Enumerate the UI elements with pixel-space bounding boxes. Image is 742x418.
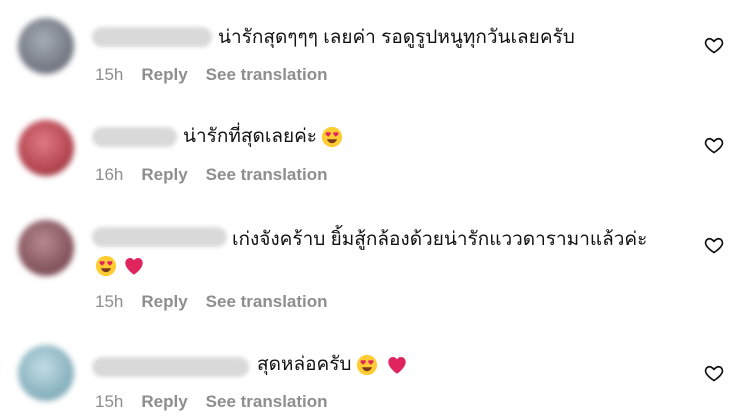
blurred-username[interactable] (92, 227, 227, 247)
heart-outline-icon[interactable] (704, 363, 724, 383)
reply-button[interactable]: Reply (141, 65, 187, 85)
comment-text-body: น่ารักที่สุดเลยค่ะ (183, 126, 318, 147)
heart-outline-icon[interactable] (704, 135, 724, 155)
comment-item: เก่งจังคร้าบ ยิ้มสู้กล้องด้วยน่ารักแววดา… (0, 200, 742, 330)
avatar[interactable] (18, 345, 74, 401)
avatar[interactable] (18, 120, 74, 176)
see-translation-link[interactable]: See translation (206, 392, 328, 412)
heart-eyes-emoji-icon (95, 255, 117, 277)
comment-meta: 16h Reply See translation (95, 163, 328, 187)
see-translation-link[interactable]: See translation (206, 165, 328, 185)
red-heart-emoji-icon (387, 357, 406, 374)
timestamp: 16h (95, 165, 124, 184)
blurred-username[interactable] (92, 27, 212, 47)
comment-text: เก่งจังคร้าบ ยิ้มสู้กล้องด้วยน่ารักแววดา… (232, 225, 647, 255)
comment-text-body: สุดหล่อครับ (257, 354, 352, 375)
comment-emoji-line (95, 251, 145, 281)
heart-outline-icon[interactable] (704, 235, 724, 255)
comment-item: น่ารักสุดๆๆๆ เลยค่า รอดูรูปหนูทุกวันเลยค… (0, 0, 742, 100)
reply-button[interactable]: Reply (141, 165, 187, 185)
reply-button[interactable]: Reply (141, 392, 187, 412)
comment-text-body: เก่งจังคร้าบ ยิ้มสู้กล้องด้วยน่ารักแววดา… (232, 229, 648, 250)
comment-meta: 15h Reply See translation (95, 390, 328, 414)
avatar[interactable] (18, 18, 74, 74)
avatar[interactable] (18, 220, 74, 276)
heart-eyes-emoji-icon (356, 354, 377, 376)
heart-outline-icon[interactable] (704, 35, 724, 55)
red-heart-emoji-icon (125, 258, 143, 275)
blurred-username[interactable] (92, 357, 249, 377)
comment-item: น่ารักที่สุดเลยค่ะ 16h Reply See transla… (0, 100, 742, 200)
timestamp: 15h (95, 392, 124, 411)
comment-text: สุดหล่อครับ (257, 350, 408, 380)
timestamp: 15h (95, 292, 124, 311)
comment-meta: 15h Reply See translation (95, 290, 328, 314)
comment-text-body: น่ารักสุดๆๆๆ เลยค่า รอดูรูปหนูทุกวันเลยค… (218, 27, 575, 48)
blurred-username[interactable] (92, 127, 177, 147)
heart-eyes-emoji-icon (321, 126, 343, 148)
see-translation-link[interactable]: See translation (206, 292, 328, 312)
comment-text: น่ารักสุดๆๆๆ เลยค่า รอดูรูปหนูทุกวันเลยค… (218, 23, 575, 53)
reply-button[interactable]: Reply (141, 292, 187, 312)
see-translation-link[interactable]: See translation (206, 65, 328, 85)
comment-item: สุดหล่อครับ 15h Reply See translation (0, 330, 742, 418)
timestamp: 15h (95, 65, 124, 84)
comment-text: น่ารักที่สุดเลยค่ะ (183, 122, 343, 152)
comment-meta: 15h Reply See translation (95, 63, 328, 87)
